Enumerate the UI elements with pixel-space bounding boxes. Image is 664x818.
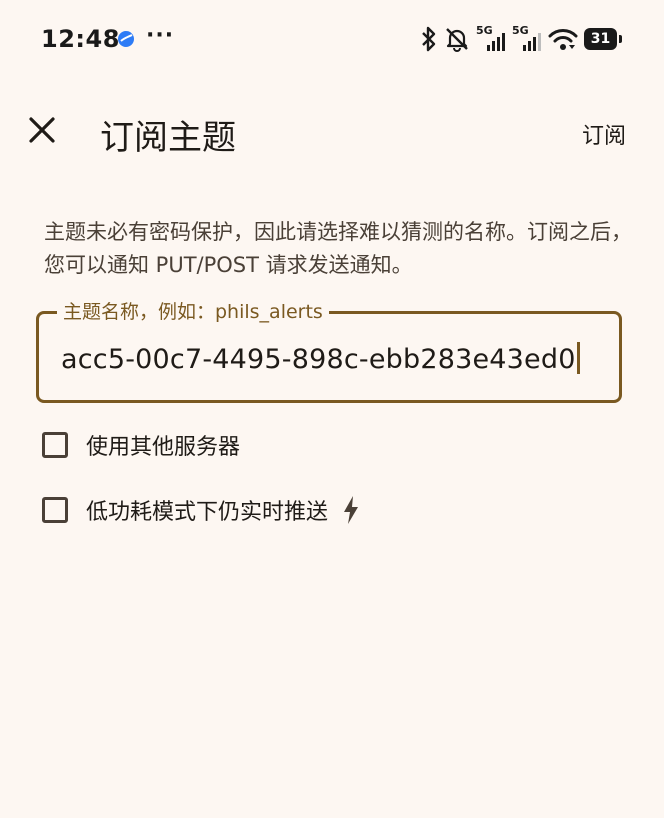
page-title: 订阅主题 <box>100 118 236 158</box>
status-icons: 5G 5G 31 <box>420 24 622 54</box>
topic-name-label: 主题名称，例如：phils_alerts <box>57 300 329 324</box>
close-icon <box>29 117 55 143</box>
instant-delivery-label: 低功耗模式下仍实时推送 <box>86 500 329 525</box>
instant-delivery-option[interactable]: 低功耗模式下仍实时推送 <box>42 494 360 526</box>
signal-2-icon: 5G <box>512 24 542 51</box>
more-notifications-icon: ··· <box>146 23 175 48</box>
topic-description: 主题未必有密码保护，因此请选择难以猜测的名称。订阅之后，您可以通知 PUT/PO… <box>44 220 632 277</box>
topic-name-input[interactable]: acc5-00c7-4495-898c-ebb283e43ed0 <box>61 342 580 375</box>
text-caret <box>576 342 580 374</box>
signal-1-icon: 5G <box>476 24 506 51</box>
wifi-icon <box>548 29 578 50</box>
battery-icon: 31 <box>584 28 622 50</box>
app-notification-icon <box>118 31 134 47</box>
status-bar: 12:48 ··· 5G 5G 31 <box>0 0 664 80</box>
battery-level: 31 <box>584 28 617 50</box>
subscribe-button[interactable]: 订阅 <box>582 118 626 150</box>
use-other-server-checkbox[interactable] <box>42 432 68 458</box>
use-other-server-label: 使用其他服务器 <box>86 435 241 460</box>
instant-delivery-checkbox[interactable] <box>42 497 68 523</box>
mute-bell-icon <box>446 28 468 52</box>
bluetooth-icon <box>422 26 436 52</box>
topic-name-value: acc5-00c7-4495-898c-ebb283e43ed0 <box>61 344 576 375</box>
top-app-bar: 订阅主题 订阅 <box>0 96 664 170</box>
close-button[interactable] <box>20 108 64 152</box>
status-time: 12:48 <box>41 25 120 53</box>
use-other-server-option[interactable]: 使用其他服务器 <box>42 429 240 461</box>
topic-name-field[interactable]: 主题名称，例如：phils_alerts acc5-00c7-4495-898c… <box>36 300 622 403</box>
lightning-bolt-icon <box>344 496 359 524</box>
